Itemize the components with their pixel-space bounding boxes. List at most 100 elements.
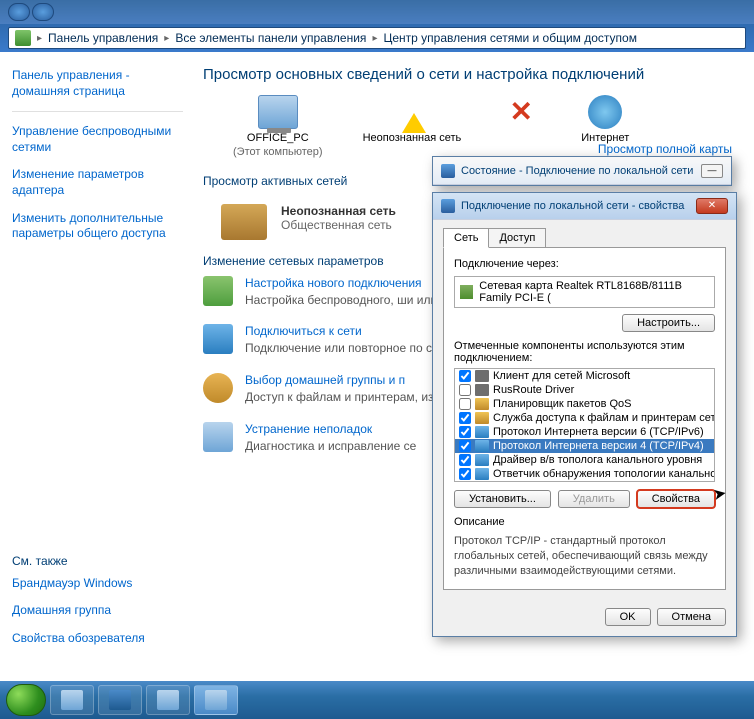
configure-button[interactable]: Настроить... <box>622 314 715 332</box>
sidebar: Панель управления - домашняя страница Уп… <box>0 52 195 692</box>
sidebar-home-link[interactable]: Панель управления - домашняя страница <box>12 68 183 99</box>
node-label: OFFICE_PC <box>233 131 323 145</box>
bench-icon <box>221 204 267 240</box>
nav-back-button[interactable] <box>8 3 30 21</box>
component-label: RusRoute Driver <box>493 384 574 396</box>
breadcrumb-bar[interactable]: ▸ Панель управления ▸ Все элементы панел… <box>8 27 746 49</box>
related-heading: См. также <box>12 554 183 568</box>
taskbar-item[interactable] <box>50 685 94 715</box>
component-checkbox[interactable] <box>459 370 471 382</box>
components-listbox[interactable]: Клиент для сетей Microsoft RusRoute Drive… <box>454 368 715 482</box>
ok-button[interactable]: OK <box>605 608 651 626</box>
node-disconnected: ✕ <box>501 95 541 131</box>
computer-icon <box>258 95 298 129</box>
help-button[interactable]: ― <box>701 164 723 178</box>
status-dialog: Состояние - Подключение по локальной сет… <box>432 156 732 186</box>
component-icon <box>475 440 489 452</box>
breadcrumb-item[interactable]: Центр управления сетями и общим доступом <box>383 31 637 45</box>
node-internet[interactable]: Интернет <box>581 95 629 145</box>
dialog-footer: OK Отмена <box>433 600 736 636</box>
sidebar-related-link[interactable]: Свойства обозревателя <box>12 631 183 647</box>
component-row[interactable]: Протокол Интернета версии 4 (TCP/IPv4) <box>455 439 714 453</box>
tab-network[interactable]: Сеть <box>443 228 489 248</box>
nic-icon <box>460 285 473 299</box>
component-label: Планировщик пакетов QoS <box>493 398 632 410</box>
task-icon <box>203 276 233 306</box>
sidebar-link[interactable]: Изменение параметров адаптера <box>12 167 183 198</box>
nav-forward-button[interactable] <box>32 3 54 21</box>
sidebar-related-link[interactable]: Брандмауэр Windows <box>12 576 183 592</box>
x-icon: ✕ <box>501 95 541 129</box>
component-checkbox[interactable] <box>459 468 471 480</box>
taskbar <box>0 681 754 719</box>
node-this-pc[interactable]: OFFICE_PC (Этот компьютер) <box>233 95 323 160</box>
properties-button[interactable]: Свойства <box>637 490 715 508</box>
node-label: Неопознанная сеть <box>363 131 462 145</box>
chevron-right-icon: ▸ <box>372 33 377 44</box>
tab-access[interactable]: Доступ <box>488 228 546 248</box>
component-label: Протокол Интернета версии 6 (TCP/IPv6) <box>493 426 704 438</box>
task-description: Диагностика и исправление се <box>245 438 416 455</box>
component-row[interactable]: Драйвер в/в тополога канального уровня <box>455 453 714 467</box>
close-button[interactable]: ✕ <box>696 198 728 214</box>
node-sublabel: (Этот компьютер) <box>233 145 323 159</box>
sidebar-related-link[interactable]: Домашняя группа <box>12 603 183 619</box>
component-row[interactable]: Клиент для сетей Microsoft <box>455 369 714 383</box>
components-label: Отмеченные компоненты используются этим … <box>454 340 715 364</box>
warning-icon <box>392 95 432 129</box>
full-map-link[interactable]: Просмотр полной карты <box>598 142 732 156</box>
task-icon <box>203 373 233 403</box>
tab-strip: Сеть Доступ <box>443 228 726 248</box>
task-link[interactable]: Устранение неполадок <box>245 422 416 436</box>
control-panel-icon <box>15 30 31 46</box>
network-type: Общественная сеть <box>281 218 396 232</box>
cancel-button[interactable]: Отмена <box>657 608 726 626</box>
connect-using-label: Подключение через: <box>454 258 715 270</box>
component-icon <box>475 398 489 410</box>
node-unidentified[interactable]: Неопознанная сеть <box>363 95 462 145</box>
tab-content: Подключение через: Сетевая карта Realtek… <box>443 247 726 590</box>
component-row[interactable]: Служба доступа к файлам и принтерам сете… <box>455 411 714 425</box>
component-label: Протокол Интернета версии 4 (TCP/IPv4) <box>493 440 704 452</box>
component-checkbox[interactable] <box>459 412 471 424</box>
component-checkbox[interactable] <box>459 426 471 438</box>
sidebar-link[interactable]: Изменить дополнительные параметры общего… <box>12 211 183 242</box>
component-checkbox[interactable] <box>459 384 471 396</box>
task-icon <box>203 324 233 354</box>
install-button[interactable]: Установить... <box>454 490 551 508</box>
component-row[interactable]: RusRoute Driver <box>455 383 714 397</box>
address-bar: ▸ Панель управления ▸ Все элементы панел… <box>0 24 754 52</box>
separator <box>12 111 183 112</box>
component-checkbox[interactable] <box>459 440 471 452</box>
description-text: Протокол TCP/IP - стандартный протокол г… <box>454 534 715 579</box>
sidebar-link[interactable]: Управление беспроводными сетями <box>12 124 183 155</box>
breadcrumb-item[interactable]: Панель управления <box>48 31 158 45</box>
component-icon <box>475 454 489 466</box>
component-checkbox[interactable] <box>459 398 471 410</box>
taskbar-item[interactable] <box>146 685 190 715</box>
taskbar-item-active[interactable] <box>194 685 238 715</box>
dialog-title: Состояние - Подключение по локальной сет… <box>461 165 697 177</box>
component-checkbox[interactable] <box>459 454 471 466</box>
component-label: Клиент для сетей Microsoft <box>493 370 630 382</box>
breadcrumb-item[interactable]: Все элементы панели управления <box>175 31 366 45</box>
component-row[interactable]: Ответчик обнаружения топологии канальног… <box>455 467 714 481</box>
chevron-right-icon: ▸ <box>37 33 42 44</box>
start-button[interactable] <box>6 684 46 716</box>
component-label: Драйвер в/в тополога канального уровня <box>493 454 702 466</box>
page-title: Просмотр основных сведений о сети и наст… <box>203 66 736 83</box>
dialog-titlebar[interactable]: Подключение по локальной сети - свойства… <box>433 193 736 220</box>
component-icon <box>475 370 489 382</box>
component-label: Служба доступа к файлам и принтерам сете… <box>493 412 715 424</box>
dialog-titlebar[interactable]: Состояние - Подключение по локальной сет… <box>433 157 731 185</box>
adapter-name: Сетевая карта Realtek RTL8168B/8111B Fam… <box>479 280 709 304</box>
chevron-right-icon: ▸ <box>164 33 169 44</box>
component-row[interactable]: Планировщик пакетов QoS <box>455 397 714 411</box>
shield-icon <box>441 199 455 213</box>
component-row[interactable]: Протокол Интернета версии 6 (TCP/IPv6) <box>455 425 714 439</box>
globe-icon <box>588 95 622 129</box>
component-icon <box>475 384 489 396</box>
window-titlebar <box>0 0 754 24</box>
adapter-field[interactable]: Сетевая карта Realtek RTL8168B/8111B Fam… <box>454 276 715 308</box>
taskbar-item[interactable] <box>98 685 142 715</box>
